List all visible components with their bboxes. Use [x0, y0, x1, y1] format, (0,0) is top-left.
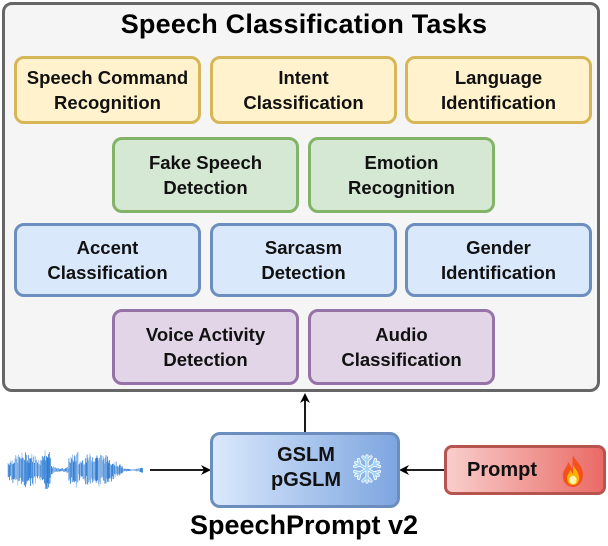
fire-icon — [562, 455, 584, 487]
caption-text: SpeechPrompt v2 — [189, 510, 419, 540]
prompt-box: Prompt — [444, 445, 606, 495]
speech-lm-box: GSLM pGSLM — [210, 432, 400, 508]
snowflake-icon — [352, 454, 382, 484]
waveform-icon — [7, 450, 143, 490]
prompt-label: Prompt — [467, 459, 537, 481]
diagram-caption: SpeechPrompt v2 — [0, 510, 608, 541]
